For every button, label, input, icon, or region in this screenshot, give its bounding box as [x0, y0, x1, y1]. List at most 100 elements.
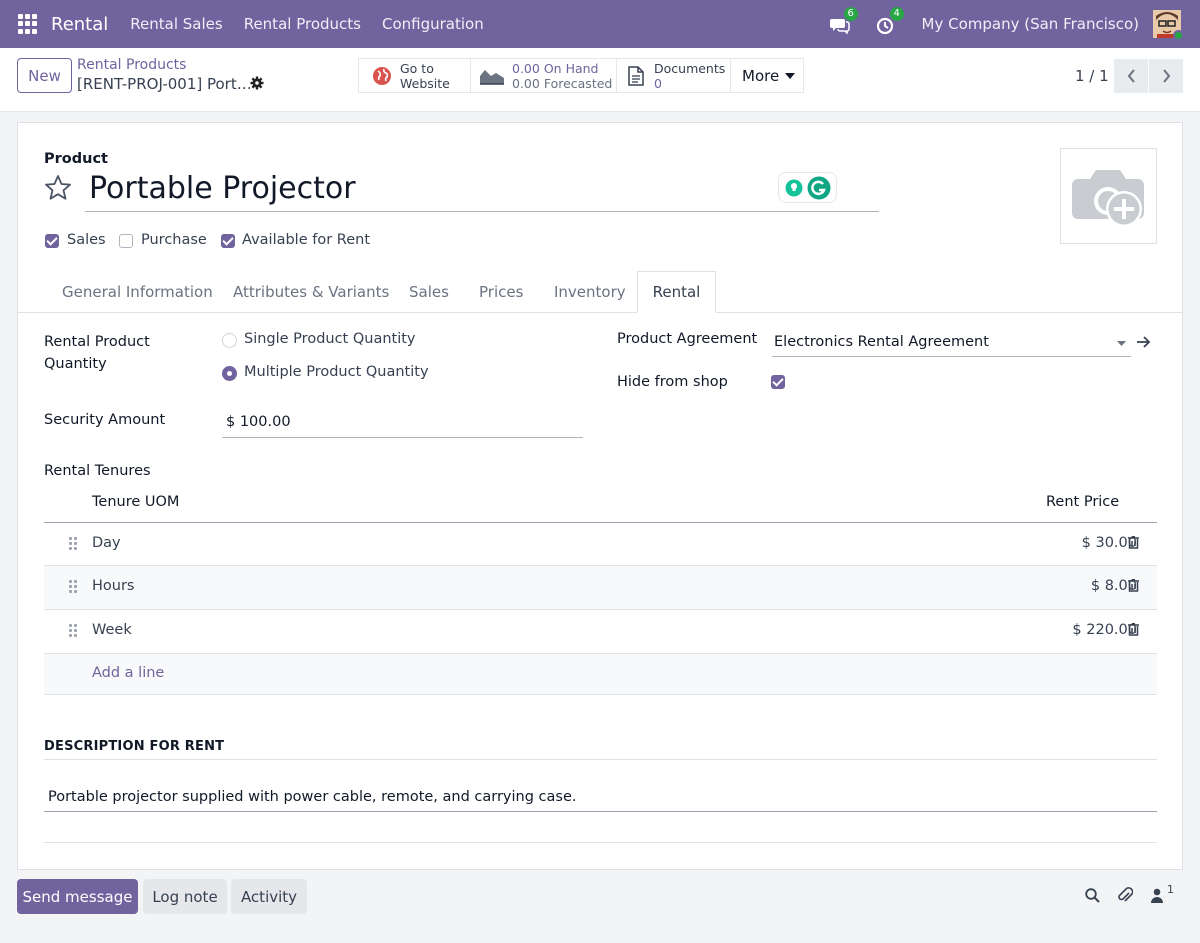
- chevron-right-icon: [1162, 69, 1170, 83]
- available-for-rent-label: Available for Rent: [242, 232, 371, 248]
- send-message-button[interactable]: Send message: [17, 879, 138, 914]
- grammarly-widget[interactable]: [778, 172, 837, 203]
- favorite-star-icon[interactable]: [44, 174, 72, 201]
- documents-count: 0: [654, 75, 662, 91]
- activities-badge: 4: [889, 7, 904, 21]
- tabs-divider: [18, 312, 1182, 313]
- tenure-row-hours-uom[interactable]: Hours: [92, 578, 134, 594]
- messages-button[interactable]: 6: [829, 7, 858, 35]
- security-amount-input[interactable]: $ 100.00: [226, 414, 291, 430]
- tab-inventory[interactable]: Inventory: [554, 283, 626, 301]
- multiple-quantity-radio[interactable]: [222, 366, 237, 381]
- apps-menu-icon[interactable]: [18, 14, 38, 34]
- go-to-website-button[interactable]: Go to Website: [358, 58, 471, 93]
- tab-sales[interactable]: Sales: [409, 283, 449, 301]
- purchase-checkbox-label: Purchase: [141, 232, 207, 248]
- tenure-row-week-uom[interactable]: Week: [92, 622, 132, 638]
- tab-general-information[interactable]: General Information: [62, 283, 213, 301]
- breadcrumb-parent[interactable]: Rental Products: [77, 57, 186, 73]
- globe-icon: [373, 66, 391, 85]
- available-for-rent-checkbox[interactable]: [221, 234, 235, 248]
- description-underline: [44, 811, 1157, 812]
- documents-button[interactable]: Documents 0: [616, 58, 731, 93]
- menu-configuration[interactable]: Configuration: [382, 15, 484, 33]
- new-button[interactable]: New: [17, 58, 72, 93]
- app-name[interactable]: Rental: [51, 14, 108, 35]
- grammarly-icon: [807, 176, 830, 199]
- tab-rental[interactable]: Rental: [637, 271, 716, 313]
- tenure-uom-column-header[interactable]: Tenure UOM: [92, 494, 179, 510]
- caret-down-icon: [785, 72, 796, 79]
- rental-quantity-label-line1: Rental Product: [44, 334, 150, 350]
- hide-from-shop-checkbox[interactable]: [771, 375, 785, 389]
- drag-handle-icon[interactable]: [69, 624, 77, 637]
- security-amount-label: Security Amount: [44, 412, 166, 428]
- top-navbar: Rental Rental Sales Rental Products Conf…: [0, 0, 1200, 48]
- arrow-right-icon[interactable]: [1136, 336, 1151, 348]
- sales-checkbox-label: Sales: [67, 232, 106, 248]
- trash-icon[interactable]: [1128, 623, 1139, 636]
- description-header-divider: [44, 759, 1157, 760]
- purchase-checkbox[interactable]: [119, 234, 133, 248]
- description-bottom-divider: [44, 842, 1157, 843]
- add-a-line-link[interactable]: Add a line: [92, 665, 164, 681]
- followers-count: 1: [1167, 883, 1174, 896]
- forecasted-label: Forecasted: [543, 75, 613, 91]
- search-icon[interactable]: [1085, 888, 1100, 903]
- more-label: More: [742, 66, 780, 85]
- rental-tenures-label: Rental Tenures: [44, 463, 151, 479]
- table-row-stripe: [44, 566, 1157, 609]
- rental-quantity-label: Rental Product Quantity: [44, 331, 150, 375]
- trash-icon[interactable]: [1128, 579, 1139, 592]
- website-line1: Go to: [400, 60, 434, 76]
- control-panel: New Rental Products [RENT-PROJ-001] Port…: [0, 48, 1200, 112]
- product-name-underline: [85, 211, 879, 212]
- pager-value[interactable]: 1 / 1: [1075, 67, 1109, 85]
- more-dropdown[interactable]: More: [730, 58, 804, 93]
- user-avatar[interactable]: [1153, 10, 1184, 41]
- camera-add-icon: [1072, 170, 1144, 227]
- form-sheet: Product Portable Projector Sales Purchas…: [17, 122, 1183, 870]
- table-bottom-divider: [44, 694, 1157, 695]
- forecasted-value: 0.00: [512, 75, 540, 91]
- sales-checkbox[interactable]: [45, 234, 59, 248]
- document-icon: [628, 65, 644, 86]
- breadcrumb-current: [RENT-PROJ-001] Port…: [77, 75, 252, 93]
- drag-handle-icon[interactable]: [69, 537, 77, 550]
- area-chart-icon: [480, 69, 504, 85]
- gear-icon[interactable]: [250, 76, 264, 90]
- product-name-input[interactable]: Portable Projector: [89, 171, 356, 206]
- menu-rental-sales[interactable]: Rental Sales: [130, 15, 222, 33]
- tenure-row-day-uom[interactable]: Day: [92, 535, 121, 551]
- table-header-divider: [44, 522, 1157, 523]
- followers-icon[interactable]: [1151, 888, 1163, 903]
- menu-rental-products[interactable]: Rental Products: [244, 15, 361, 33]
- activities-button[interactable]: 4: [876, 7, 904, 35]
- hide-from-shop-label: Hide from shop: [617, 374, 728, 390]
- description-text-field[interactable]: Portable projector supplied with power c…: [48, 789, 577, 805]
- dropdown-caret-icon[interactable]: [1117, 341, 1126, 346]
- drag-handle-icon[interactable]: [69, 580, 77, 593]
- product-field-label: Product: [44, 151, 108, 167]
- tab-attributes-variants[interactable]: Attributes & Variants: [233, 283, 389, 301]
- pager-next-button[interactable]: [1149, 59, 1183, 93]
- chevron-left-icon: [1127, 69, 1135, 83]
- description-section-header: DESCRIPTION FOR RENT: [44, 739, 225, 754]
- product-agreement-label: Product Agreement: [617, 331, 758, 347]
- tab-prices[interactable]: Prices: [479, 283, 523, 301]
- company-switcher[interactable]: My Company (San Francisco): [922, 15, 1139, 33]
- bulb-icon: [785, 179, 802, 196]
- clock-icon: [876, 17, 893, 35]
- product-agreement-select[interactable]: Electronics Rental Agreement: [774, 334, 989, 350]
- security-amount-underline: [222, 437, 583, 438]
- rent-price-column-header[interactable]: Rent Price: [1046, 494, 1119, 510]
- pager-previous-button[interactable]: [1114, 59, 1148, 93]
- single-quantity-radio[interactable]: [222, 333, 237, 348]
- activity-button[interactable]: Activity: [231, 879, 307, 914]
- on-hand-forecast-button[interactable]: 0.00 On Hand 0.00 Forecasted: [470, 58, 617, 93]
- trash-icon[interactable]: [1128, 536, 1139, 549]
- documents-label: Documents: [654, 60, 726, 76]
- product-image-upload[interactable]: [1060, 148, 1157, 244]
- paperclip-icon[interactable]: [1117, 886, 1133, 904]
- log-note-button[interactable]: Log note: [143, 879, 227, 914]
